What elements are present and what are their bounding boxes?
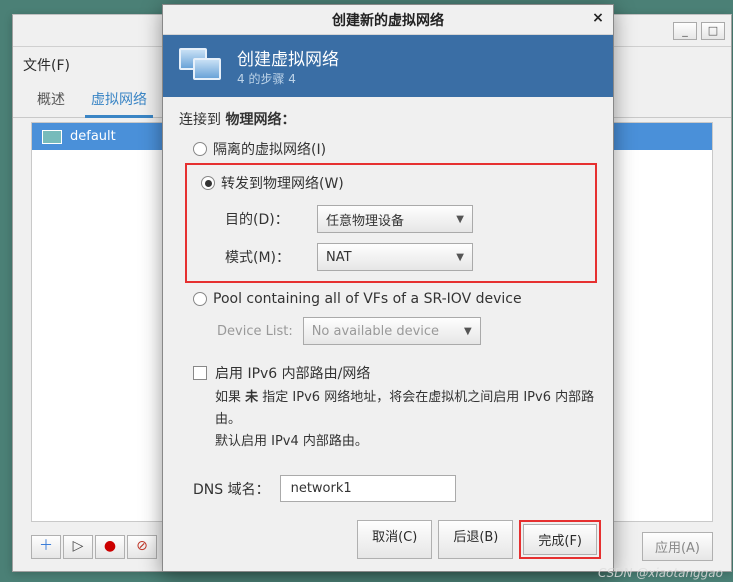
dns-domain-row: DNS 域名： network1 [179, 475, 597, 502]
back-button[interactable]: 后退(B) [438, 520, 513, 559]
delete-network-button[interactable]: ⊘ [127, 535, 157, 559]
combo-value: 任意物理设备 [326, 210, 404, 229]
dns-domain-input[interactable]: network1 [280, 475, 456, 502]
dialog-titlebar: 创建新的虚拟网络 × [163, 5, 613, 35]
radio-icon [193, 142, 207, 156]
maximize-button[interactable]: □ [701, 22, 725, 40]
checkbox-label: 启用 IPv6 内部路由/网络 [215, 363, 370, 383]
network-icon [42, 130, 62, 144]
radio-icon [193, 292, 207, 306]
radio-sriov-pool[interactable]: Pool containing all of VFs of a SR-IOV d… [179, 289, 597, 309]
dialog-header: 创建虚拟网络 4 的步骤 4 [163, 35, 613, 97]
radio-label: 隔离的虚拟网络(I) [213, 139, 326, 159]
radio-icon [201, 176, 215, 190]
destination-label: 目的(D)： [225, 209, 307, 229]
dialog-body: 连接到 物理网络： 隔离的虚拟网络(I) 转发到物理网络(W) 目的(D)： 任… [163, 97, 613, 512]
finish-button[interactable]: 完成(F) [523, 524, 597, 555]
watermark: CSDN @xiaotanggao [598, 566, 723, 580]
minimize-button[interactable]: _ [673, 22, 697, 40]
add-network-button[interactable]: ＋ [31, 535, 61, 559]
highlight-finish: 完成(F) [519, 520, 601, 559]
chevron-down-icon: ▼ [456, 252, 464, 263]
checkbox-icon [193, 366, 207, 380]
header-title: 创建虚拟网络 [237, 45, 339, 70]
chevron-down-icon: ▼ [456, 214, 464, 225]
connect-to-label: 连接到 物理网络： [179, 109, 597, 129]
tab-virtual-network[interactable]: 虚拟网络 [85, 81, 153, 118]
destination-combo[interactable]: 任意物理设备 ▼ [317, 205, 473, 233]
ipv6-checkbox-row[interactable]: 启用 IPv6 内部路由/网络 [179, 363, 597, 383]
network-header-icon [179, 48, 223, 84]
device-list-row: Device List: No available device ▼ [179, 309, 597, 347]
dialog-footer: 取消(C) 后退(B) 完成(F) [163, 512, 613, 571]
start-network-button[interactable]: ▷ [63, 535, 93, 559]
device-list-label: Device List: [217, 324, 293, 339]
close-icon[interactable]: × [587, 9, 609, 29]
cancel-button[interactable]: 取消(C) [357, 520, 432, 559]
list-item-label: default [70, 129, 116, 144]
radio-forward[interactable]: 转发到物理网络(W) [195, 171, 587, 195]
radio-label: Pool containing all of VFs of a SR-IOV d… [213, 291, 522, 307]
combo-value: NAT [326, 250, 352, 265]
mode-combo[interactable]: NAT ▼ [317, 243, 473, 271]
stop-network-button[interactable]: ● [95, 535, 125, 559]
header-step: 4 的步骤 4 [237, 70, 339, 87]
radio-label: 转发到物理网络(W) [221, 173, 344, 193]
mode-label: 模式(M)： [225, 247, 307, 267]
highlight-forward-section: 转发到物理网络(W) 目的(D)： 任意物理设备 ▼ 模式(M)： NAT ▼ [185, 163, 597, 283]
create-network-dialog: 创建新的虚拟网络 × 创建虚拟网络 4 的步骤 4 连接到 物理网络： 隔离的虚… [162, 4, 614, 572]
apply-button[interactable]: 应用(A) [642, 532, 713, 561]
dns-label: DNS 域名： [193, 479, 270, 499]
chevron-down-icon: ▼ [464, 326, 472, 337]
radio-isolated[interactable]: 隔离的虚拟网络(I) [179, 137, 597, 161]
device-list-combo: No available device ▼ [303, 317, 481, 345]
tab-overview[interactable]: 概述 [31, 81, 71, 117]
combo-value: No available device [312, 324, 439, 339]
dialog-title: 创建新的虚拟网络 [332, 10, 444, 30]
ipv6-description: 如果 未 指定 IPv6 网络地址，将会在虚拟机之间启用 IPv6 内部路由。 … [179, 383, 597, 453]
